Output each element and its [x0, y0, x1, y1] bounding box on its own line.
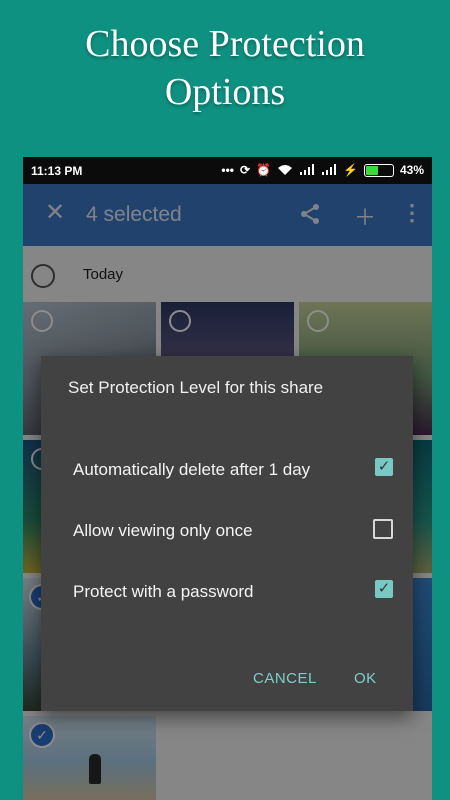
status-bar: 11:13 PM ••• ⟳ ⏰ ⚡ 43% — [23, 157, 432, 184]
option-auto-delete[interactable]: Automatically delete after 1 day ✓ — [73, 456, 393, 486]
checkbox-unchecked[interactable] — [373, 519, 393, 539]
alarm-icon: ⏰ — [256, 163, 272, 177]
signal-icon — [300, 164, 315, 175]
battery-percent: 43% — [399, 163, 424, 177]
option-view-once[interactable]: Allow viewing only once — [73, 517, 393, 547]
sync-icon: ⟳ — [240, 163, 251, 177]
checkbox-checked[interactable]: ✓ — [375, 458, 393, 476]
more-dots-icon: ••• — [221, 163, 234, 177]
charging-icon: ⚡ — [343, 163, 358, 177]
protection-dialog: Set Protection Level for this share Auto… — [41, 356, 413, 711]
wifi-icon — [278, 165, 293, 175]
promo-title-line-1: Choose Protection — [85, 23, 365, 65]
ok-button[interactable]: OK — [354, 670, 377, 687]
signal-icon-2 — [322, 164, 337, 175]
option-label: Automatically delete after 1 day — [73, 460, 311, 479]
option-password[interactable]: Protect with a password ✓ — [73, 578, 393, 608]
battery-icon — [363, 163, 394, 177]
promo-title: Choose Protection Options — [0, 20, 450, 116]
option-label: Allow viewing only once — [73, 521, 253, 540]
dialog-title: Set Protection Level for this share — [68, 378, 324, 397]
status-time: 11:13 PM — [31, 164, 83, 178]
phone-screen: 11:13 PM ••• ⟳ ⏰ ⚡ 43% ✕ 4 selected ＋ ⋮ … — [23, 157, 432, 800]
cancel-button[interactable]: CANCEL — [253, 670, 317, 687]
promo-title-line-2: Options — [164, 71, 286, 113]
checkbox-checked[interactable]: ✓ — [375, 580, 393, 598]
option-label: Protect with a password — [73, 582, 254, 601]
status-icons: ••• ⟳ ⏰ ⚡ 43% — [221, 161, 424, 179]
